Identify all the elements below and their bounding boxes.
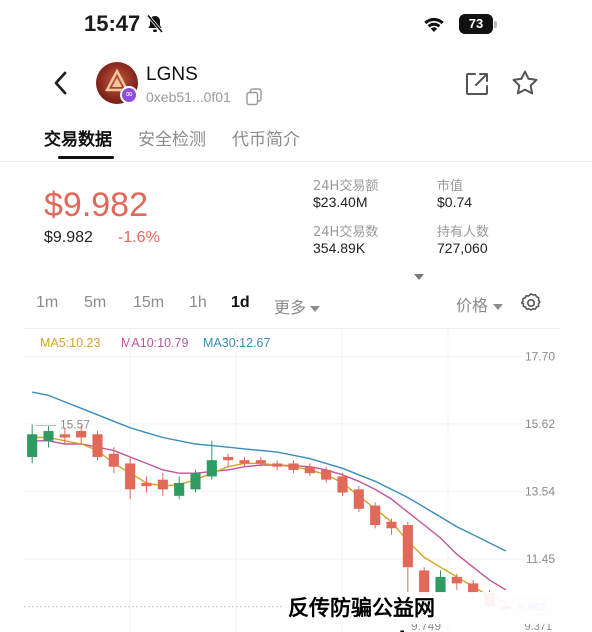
holders-value: 727,060 <box>437 240 488 256</box>
status-bar: 15:47 73 <box>0 0 592 52</box>
expand-stats-icon[interactable] <box>413 266 425 285</box>
ma10-legend: MA10:10.79 <box>121 336 189 350</box>
current-price: $9.982 <box>44 186 148 224</box>
tab-security-check[interactable]: 安全检测 <box>138 125 206 150</box>
volume-24h-value: $23.40M <box>313 194 368 210</box>
share-icon[interactable] <box>464 71 490 101</box>
tab-token-intro[interactable]: 代币简介 <box>232 125 300 150</box>
holders-label: 持有人数 <box>437 225 490 240</box>
battery-indicator: 73 <box>459 14 497 34</box>
price-change: -1.6% <box>118 229 160 246</box>
back-arrow-icon[interactable] <box>50 70 74 100</box>
ma30-legend: MA30:12.67 <box>203 336 271 350</box>
chain-badge-icon: ∞ <box>120 86 138 104</box>
price-type-label: 价格 <box>456 296 489 315</box>
status-time: 15:47 <box>84 11 141 36</box>
market-cap-value: $0.74 <box>437 194 473 210</box>
interval-more[interactable]: 更多 <box>274 294 321 318</box>
volume-24h-label: 24H交易额 <box>313 179 379 194</box>
price-usd: $9.982 <box>44 229 93 246</box>
token-header: ∞ LGNS 0xeb51...0f01 <box>0 56 592 112</box>
chevron-down-icon <box>493 304 504 310</box>
interval-1d[interactable]: 1d <box>231 294 250 312</box>
interval-1m[interactable]: 1m <box>36 294 58 312</box>
chevron-down-icon <box>310 306 321 312</box>
token-logo: ∞ <box>96 62 138 104</box>
kline-chart-area[interactable] <box>24 328 560 632</box>
active-tab-indicator <box>58 156 114 159</box>
chart-settings-gear-icon[interactable] <box>520 292 542 318</box>
token-address: 0xeb51...0f01 <box>146 89 231 105</box>
watermark-banner: 反传防骗公益网 www.wazi.cc <box>282 592 592 632</box>
price-type-dropdown[interactable]: 价格 <box>456 292 504 316</box>
token-name: LGNS <box>146 64 198 85</box>
battery-level: 73 <box>459 14 493 34</box>
txns-24h-value: 354.89K <box>313 240 366 256</box>
tab-trade-data[interactable]: 交易数据 <box>44 125 112 150</box>
ma5-legend: MA5:10.23 <box>40 336 101 350</box>
interval-5m[interactable]: 5m <box>84 294 106 312</box>
detail-tabs: 交易数据 安全检测 代币简介 <box>0 118 592 162</box>
txns-24h-label: 24H交易数 <box>313 225 379 240</box>
wifi-icon <box>422 15 446 37</box>
interval-15m[interactable]: 15m <box>133 294 164 312</box>
interval-selector: 1m 5m 15m 1h 1d 更多 <box>0 290 592 320</box>
favorite-star-icon[interactable] <box>511 69 539 101</box>
copy-icon[interactable] <box>246 88 262 110</box>
market-cap-label: 市值 <box>437 179 464 194</box>
interval-more-label: 更多 <box>274 300 307 317</box>
interval-1h[interactable]: 1h <box>189 294 207 312</box>
bell-muted-icon <box>146 14 164 38</box>
